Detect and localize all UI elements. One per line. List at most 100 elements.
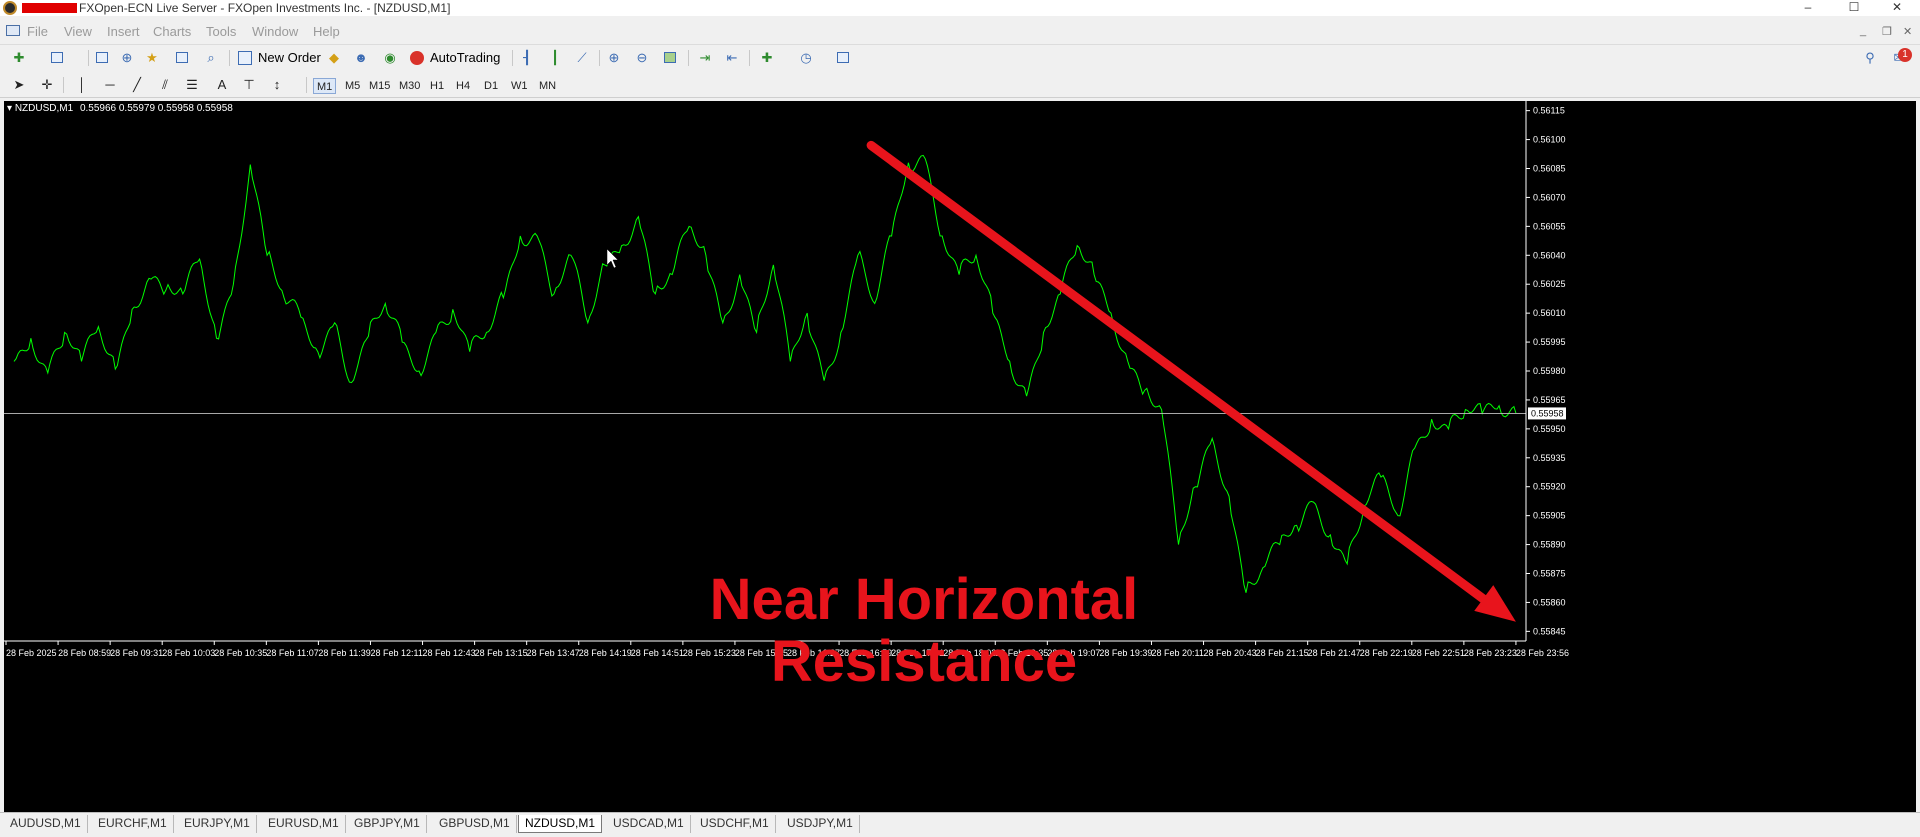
horizontal-line-icon[interactable]: ─ [101, 77, 119, 93]
menu-view[interactable]: View [64, 24, 92, 39]
chart-window[interactable]: 0.56115 0.56100 0.56085 0.56070 0.56055 0.560… [4, 101, 1916, 815]
notification-badge: 1 [1898, 48, 1912, 62]
timeframe-mn[interactable]: MN [536, 78, 559, 94]
tab-eurusd[interactable]: EURUSD,M1 [262, 815, 346, 833]
menu-charts[interactable]: Charts [153, 24, 191, 39]
autotrading-label: AutoTrading [430, 50, 501, 65]
candlestick-icon[interactable]: ┃ [546, 50, 564, 66]
x-tick-label: 28 Feb 09:31 [110, 648, 163, 658]
arrows-icon[interactable]: ↕ [268, 77, 286, 93]
document-icon[interactable] [6, 25, 20, 36]
y-tick-label: 0.56040 [1533, 250, 1566, 260]
menu-tools[interactable]: Tools [206, 24, 236, 39]
timeframe-w1[interactable]: W1 [508, 78, 531, 94]
timeframe-m30[interactable]: M30 [396, 78, 423, 94]
tile-windows-icon[interactable] [661, 50, 679, 66]
tab-eurchf[interactable]: EURCHF,M1 [92, 815, 174, 833]
chart-shift-icon[interactable]: ⇤ [723, 50, 741, 66]
x-tick-label: 28 Feb 23:56 [1516, 648, 1569, 658]
trendline-icon[interactable]: ╱ [128, 77, 146, 93]
tab-usdjpy[interactable]: USDJPY,M1 [781, 815, 860, 833]
separator [749, 50, 750, 66]
title-bar: FXOpen-ECN Live Server - FXOpen Investme… [0, 0, 1920, 16]
menu-file[interactable]: File [27, 24, 48, 39]
tab-nzdusd[interactable]: NZDUSD,M1 [518, 815, 603, 833]
timeframe-h4[interactable]: H4 [453, 78, 473, 94]
autoscroll-icon[interactable]: ⇥ [696, 50, 714, 66]
standard-toolbar: ✚ ⊕ ★ ⌕ New Order ◆ ☻ ◉ AutoTrading ┨ ┃ … [0, 44, 1920, 70]
separator [88, 50, 89, 66]
y-tick-label: 0.56070 [1533, 192, 1566, 202]
data-window-icon[interactable]: ⊕ [118, 50, 136, 66]
zoom-in-icon[interactable]: ⊕ [605, 50, 623, 66]
mdi-minimize-icon[interactable]: _ [1860, 25, 1866, 37]
text-icon[interactable]: A [213, 77, 231, 93]
separator [229, 50, 230, 66]
menu-help[interactable]: Help [313, 24, 340, 39]
tab-gbpjpy[interactable]: GBPJPY,M1 [348, 815, 427, 833]
y-tick-label: 0.55935 [1533, 453, 1566, 463]
periods-icon[interactable]: ◷ [797, 50, 815, 66]
vertical-line-icon[interactable]: │ [73, 77, 91, 93]
close-button[interactable]: ✕ [1874, 0, 1920, 16]
market-icon[interactable]: ◉ [381, 50, 399, 66]
timeframe-m15[interactable]: M15 [366, 78, 393, 94]
app-icon [3, 1, 17, 15]
text-label-icon[interactable]: ⊤ [240, 77, 258, 93]
timeframe-h1[interactable]: H1 [427, 78, 447, 94]
tab-audusd[interactable]: AUDUSD,M1 [4, 815, 88, 833]
y-tick-label: 0.55905 [1533, 511, 1566, 521]
price-chart[interactable]: 0.56115 0.56100 0.56085 0.56070 0.56055 0.560… [4, 101, 1916, 815]
strategy-tester-icon[interactable]: ⌕ [202, 50, 220, 66]
search-icon[interactable]: ⚲ [1861, 50, 1879, 66]
notifications-icon[interactable]: ✉ 1 [1890, 48, 1912, 66]
header-triangle-icon[interactable]: ▾ [7, 103, 12, 114]
profiles-icon[interactable] [48, 50, 66, 66]
cursor-icon[interactable]: ➤ [10, 77, 28, 93]
chart-tabs: AUDUSD,M1 EURCHF,M1 EURJPY,M1 EURUSD,M1 … [0, 812, 1920, 834]
tab-usdcad[interactable]: USDCAD,M1 [607, 815, 691, 833]
fibonacci-icon[interactable]: ☰ [183, 77, 201, 93]
minimize-button[interactable]: – [1785, 0, 1831, 16]
x-tick-label: 28 Feb 08:59 [58, 648, 111, 658]
separator [688, 50, 689, 66]
equidistant-channel-icon[interactable]: ⫽ [156, 77, 174, 93]
x-tick-label: 28 Feb 2025 [6, 648, 57, 658]
x-tick-label: 28 Feb 13:15 [475, 648, 528, 658]
navigator-icon[interactable]: ★ [143, 50, 161, 66]
bar-chart-icon[interactable]: ┨ [518, 50, 536, 66]
y-tick-label: 0.55965 [1533, 395, 1566, 405]
price-series-line [13, 154, 1517, 593]
crosshair-icon[interactable]: ✛ [38, 77, 56, 93]
new-chart-icon[interactable]: ✚ [10, 50, 28, 66]
y-tick-label: 0.55920 [1533, 482, 1566, 492]
zoom-out-icon[interactable]: ⊖ [633, 50, 651, 66]
mdi-restore-icon[interactable]: ❐ [1882, 25, 1892, 38]
signals-icon[interactable]: ☻ [352, 50, 370, 66]
tab-eurjpy[interactable]: EURJPY,M1 [178, 815, 257, 833]
templates-icon[interactable] [834, 50, 852, 66]
market-watch-icon[interactable] [93, 50, 111, 66]
indicators-icon[interactable]: ✚ [758, 50, 776, 66]
x-tick-label: 28 Feb 23:23 [1464, 648, 1517, 658]
line-chart-icon[interactable]: ⟋ [573, 50, 591, 66]
autotrading-icon [410, 51, 424, 65]
terminal-icon[interactable] [173, 50, 191, 66]
maximize-button[interactable]: ☐ [1831, 0, 1877, 16]
timeframe-d1[interactable]: D1 [481, 78, 501, 94]
y-tick-label: 0.56115 [1533, 106, 1565, 116]
menu-insert[interactable]: Insert [107, 24, 140, 39]
menu-window[interactable]: Window [252, 24, 298, 39]
tab-usdchf[interactable]: USDCHF,M1 [694, 815, 776, 833]
annotation-line-2: Resistance [770, 629, 1078, 694]
trend-arrow-head [1474, 585, 1516, 622]
timeframe-m5[interactable]: M5 [342, 78, 363, 94]
mdi-close-icon[interactable]: ✕ [1903, 25, 1912, 38]
y-tick-label: 0.55860 [1533, 597, 1566, 607]
tab-gbpusd[interactable]: GBPUSD,M1 [433, 815, 517, 833]
x-tick-label: 28 Feb 12:11 [370, 648, 422, 658]
trend-arrow-line [866, 140, 1499, 612]
bid-price-label: 0.55958 [1531, 408, 1564, 418]
timeframe-m1[interactable]: M1 [313, 78, 337, 94]
metaeditor-icon[interactable]: ◆ [325, 50, 343, 66]
